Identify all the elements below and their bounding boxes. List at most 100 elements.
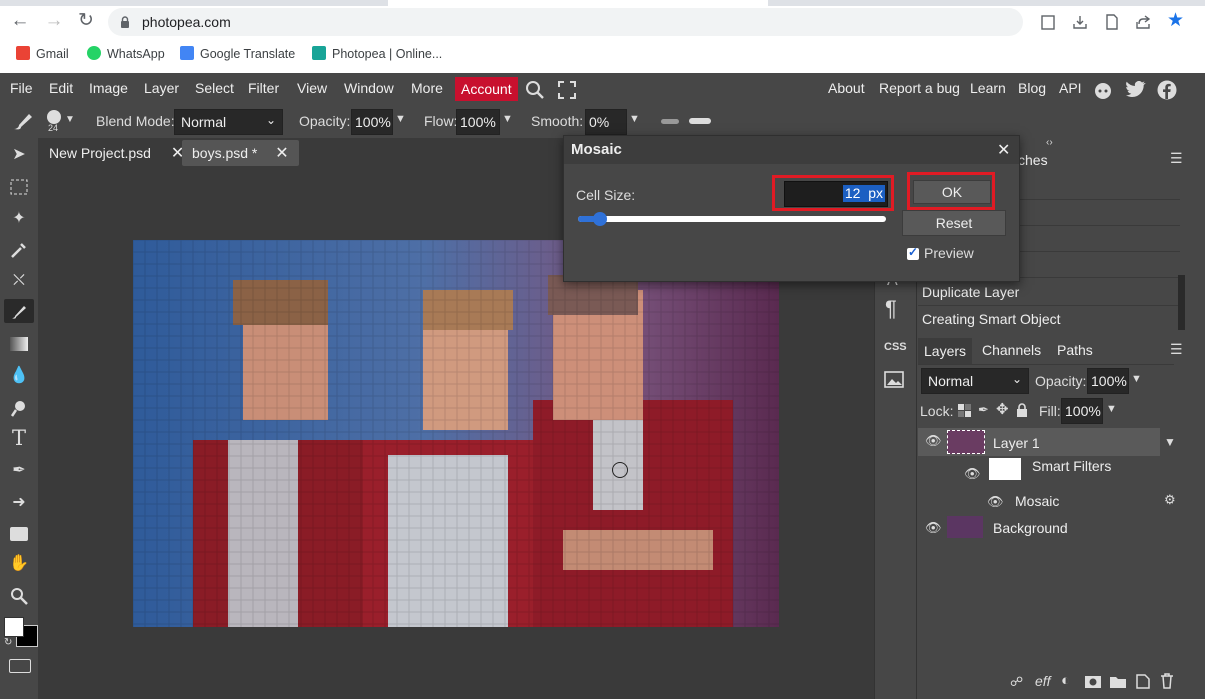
opacity-dropdown-icon[interactable]: ▼	[395, 113, 406, 125]
bookmark-whatsapp[interactable]: WhatsApp	[87, 45, 165, 63]
rectangle-tool-icon[interactable]	[7, 522, 31, 546]
cell-size-slider[interactable]	[578, 212, 886, 226]
pressure-opacity-icon[interactable]	[661, 119, 679, 124]
zoom-tool-icon[interactable]	[7, 584, 31, 608]
page-icon[interactable]	[1105, 14, 1119, 30]
visibility-eye-icon[interactable]: 👁	[964, 466, 981, 482]
back-icon[interactable]: ←	[8, 9, 32, 33]
menu-report-bug[interactable]: Report a bug	[879, 80, 960, 97]
visibility-eye-icon[interactable]: 👁	[925, 433, 942, 449]
new-layer-icon[interactable]	[1136, 674, 1150, 689]
fill-dropdown-icon[interactable]: ▼	[1106, 403, 1117, 415]
close-icon[interactable]: ✕	[275, 145, 288, 162]
foreground-color-swatch[interactable]	[4, 617, 24, 637]
history-item-creating-smart-object[interactable]: Creating Smart Object	[918, 306, 1180, 332]
move-tool-icon[interactable]: ➤	[7, 143, 31, 167]
menu-layer[interactable]: Layer	[144, 80, 179, 97]
lock-position-icon[interactable]: ✥	[996, 400, 1009, 418]
reload-icon[interactable]: ↻	[74, 9, 98, 33]
menu-edit[interactable]: Edit	[49, 80, 73, 97]
facebook-icon[interactable]	[1157, 80, 1177, 100]
menu-more[interactable]: More	[411, 80, 443, 97]
keyboard-icon[interactable]	[9, 659, 31, 673]
menu-about[interactable]: About	[828, 80, 865, 97]
flow-dropdown-icon[interactable]: ▼	[502, 113, 513, 125]
brush-dropdown-icon[interactable]: ▼	[65, 114, 75, 125]
share-icon[interactable]	[1135, 14, 1153, 30]
tab-channels[interactable]: Channels	[982, 342, 1041, 358]
swap-colors-icon[interactable]: ↻	[4, 637, 12, 648]
adjustment-layer-icon[interactable]: ◐	[1061, 672, 1070, 689]
brush-size-preview[interactable]	[47, 110, 61, 124]
effects-button[interactable]: eff	[1035, 673, 1051, 689]
search-icon[interactable]	[525, 80, 545, 100]
menu-image[interactable]: Image	[89, 80, 128, 97]
menu-window[interactable]: Window	[344, 80, 394, 97]
bookmark-google-translate[interactable]: Google Translate	[180, 45, 295, 63]
collapse-arrows-icon[interactable]: ‹›	[1046, 137, 1053, 148]
new-group-icon[interactable]	[1110, 675, 1126, 688]
tab-paths[interactable]: Paths	[1057, 342, 1093, 358]
close-icon[interactable]: ✕	[997, 140, 1010, 160]
magic-wand-icon[interactable]: ✦	[7, 207, 31, 231]
tab-layers[interactable]: Layers	[918, 338, 973, 364]
dialog-titlebar[interactable]	[564, 136, 1019, 164]
fullscreen-icon[interactable]	[558, 81, 576, 99]
type-tool-icon[interactable]: T	[7, 426, 31, 450]
layer-mask-icon[interactable]	[1085, 676, 1101, 688]
layer-opacity-dropdown-icon[interactable]: ▼	[1131, 373, 1142, 385]
tab-new-project[interactable]: New Project.psd ✕	[39, 140, 194, 166]
dodge-tool-icon[interactable]	[7, 396, 31, 420]
menu-file[interactable]: File	[10, 80, 33, 97]
path-select-tool-icon[interactable]: ➜	[7, 491, 31, 515]
filter-options-icon[interactable]: ⚙	[1164, 492, 1176, 508]
blur-tool-icon[interactable]: 💧	[7, 364, 31, 388]
ok-button[interactable]: OK	[913, 180, 991, 204]
visibility-eye-icon[interactable]: 👁	[925, 520, 942, 536]
install-icon[interactable]	[1072, 14, 1088, 30]
menu-filter[interactable]: Filter	[248, 80, 279, 97]
bookmark-gmail[interactable]: Gmail	[16, 45, 69, 63]
visibility-eye-icon[interactable]: 👁	[987, 494, 1004, 510]
history-item-duplicate-layer[interactable]: Duplicate Layer	[918, 279, 1180, 306]
eyedropper-icon[interactable]	[7, 238, 31, 262]
address-bar[interactable]: photopea.com	[108, 8, 1023, 36]
lock-all-icon[interactable]	[1016, 403, 1028, 417]
delete-layer-icon[interactable]	[1160, 673, 1174, 689]
css-panel-icon[interactable]: CSS	[884, 341, 907, 353]
layer-blend-mode-select[interactable]: Normal ⌄	[921, 368, 1029, 394]
menu-blog[interactable]: Blog	[1018, 80, 1046, 97]
brush-tool-preset-icon[interactable]	[11, 110, 39, 132]
paragraph-panel-icon[interactable]: ¶	[885, 296, 897, 322]
lock-transparency-icon[interactable]	[958, 404, 971, 417]
history-tab-title[interactable]: ches	[1018, 152, 1048, 168]
bookmark-photopea[interactable]: Photopea | Online...	[312, 45, 442, 63]
forward-icon[interactable]: →	[42, 9, 66, 33]
canvas-image[interactable]	[133, 240, 779, 627]
preview-checkbox[interactable]: ✓	[907, 245, 919, 260]
opacity-input[interactable]: 100%	[351, 109, 393, 135]
layer-opacity-input[interactable]: 100%	[1087, 368, 1129, 394]
twitter-icon[interactable]	[1126, 81, 1146, 98]
panel-menu-icon[interactable]: ☰	[1170, 150, 1183, 167]
account-button[interactable]: Account	[455, 77, 518, 101]
cell-size-input[interactable]: 12 px	[784, 181, 888, 207]
image-panel-icon[interactable]	[884, 371, 904, 388]
blend-mode-select[interactable]: Normal ⌄	[174, 109, 283, 135]
tab-search-icon[interactable]	[1041, 14, 1055, 30]
flow-input[interactable]: 100%	[456, 109, 500, 135]
hand-tool-icon[interactable]: ✋	[7, 552, 31, 576]
pen-tool-icon[interactable]: ✒	[7, 459, 31, 483]
pressure-size-icon[interactable]	[689, 118, 711, 124]
gradient-tool-icon[interactable]	[7, 332, 31, 356]
marquee-tool-icon[interactable]	[7, 175, 31, 199]
brush-tool-icon[interactable]	[4, 299, 34, 323]
menu-select[interactable]: Select	[195, 80, 234, 97]
slider-thumb[interactable]	[592, 212, 607, 226]
smooth-input[interactable]: 0%	[585, 109, 627, 135]
bookmark-star-icon[interactable]: ★	[1167, 9, 1184, 32]
link-layers-icon[interactable]: ☍	[1010, 674, 1023, 690]
history-scrollbar[interactable]	[1178, 275, 1185, 330]
menu-learn[interactable]: Learn	[970, 80, 1006, 97]
tab-boys[interactable]: boys.psd * ✕	[182, 140, 299, 166]
